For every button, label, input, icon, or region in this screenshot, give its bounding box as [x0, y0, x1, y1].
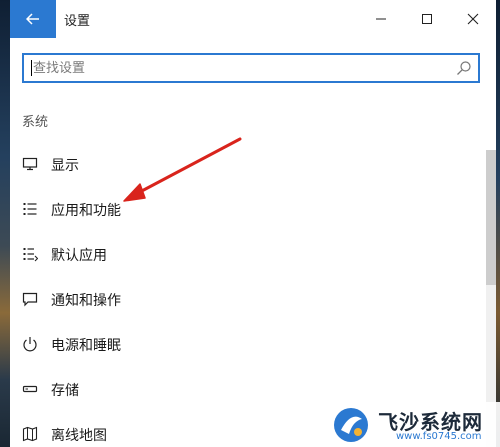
minimize-icon: [376, 18, 386, 20]
close-icon: [467, 13, 479, 25]
window-title: 设置: [64, 14, 91, 29]
nav-item-label: 离线地图: [51, 428, 107, 444]
nav-item-notifications[interactable]: 通知和操作: [10, 279, 480, 319]
watermark-url: www.fs0745.com: [396, 431, 482, 442]
default-apps-icon: [23, 248, 38, 262]
title-bar: 设置: [10, 0, 496, 38]
nav-item-label: 通知和操作: [51, 293, 121, 309]
notification-icon: [22, 292, 38, 307]
nav-item-power-sleep[interactable]: 电源和睡眠: [10, 324, 480, 364]
section-title: 系统: [22, 115, 49, 130]
watermark-logo-icon: [334, 408, 368, 442]
watermark: 飞沙系统网 www.fs0745.com: [326, 402, 500, 447]
maximize-button[interactable]: [404, 0, 450, 38]
minimize-button[interactable]: [358, 0, 404, 38]
nav-item-apps-features[interactable]: 应用和功能: [10, 189, 480, 229]
settings-window: 设置 系统 显示: [10, 0, 496, 447]
desktop-background-right: [496, 0, 500, 447]
maximize-icon: [422, 14, 432, 24]
storage-icon: [22, 385, 38, 393]
map-icon: [22, 426, 38, 442]
nav-item-default-apps[interactable]: 默认应用: [10, 234, 480, 274]
nav-item-label: 默认应用: [51, 248, 107, 264]
nav-item-label: 应用和功能: [51, 203, 121, 219]
nav-item-label: 显示: [51, 158, 79, 174]
search-box[interactable]: [22, 53, 480, 83]
monitor-icon: [22, 157, 38, 171]
power-icon: [23, 337, 37, 352]
scrollbar-thumb[interactable]: [486, 150, 496, 285]
nav-item-label: 电源和睡眠: [51, 338, 121, 354]
search-input[interactable]: [24, 55, 444, 81]
close-button[interactable]: [450, 0, 496, 38]
nav-item-display[interactable]: 显示: [10, 144, 480, 184]
back-button[interactable]: [10, 0, 56, 38]
text-caret: [31, 60, 32, 76]
back-arrow-icon: [26, 13, 39, 25]
desktop-background-left: [0, 0, 10, 447]
nav-item-label: 存储: [51, 383, 79, 399]
apps-list-icon: [23, 203, 37, 215]
search-icon[interactable]: [456, 60, 472, 76]
